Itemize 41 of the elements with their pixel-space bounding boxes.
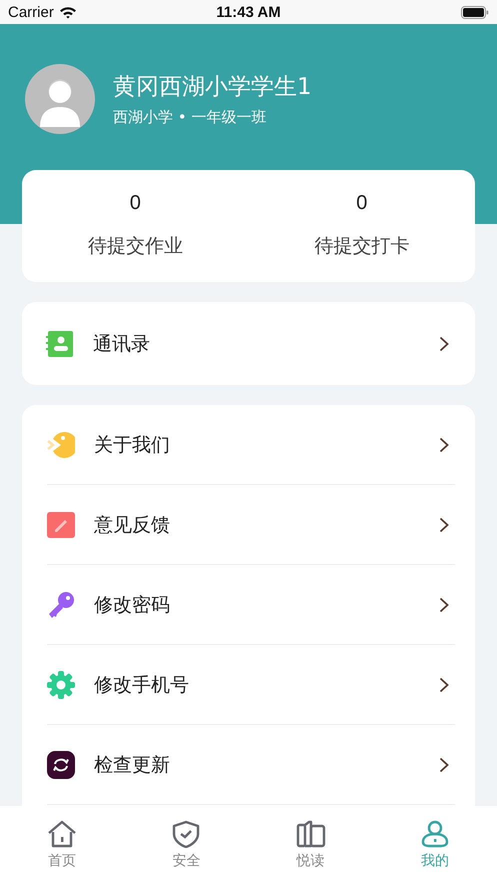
menu-label: 意见反馈	[94, 512, 171, 538]
student-name: 黄冈西湖小学学生1	[113, 73, 312, 102]
school-class: 西湖小学 • 一年级一班	[113, 108, 268, 127]
chevron-icon	[439, 336, 449, 352]
chevron-icon	[439, 436, 449, 452]
stat-count: 0	[130, 192, 141, 215]
avatar-icon[interactable]	[25, 64, 95, 134]
battery-icon	[461, 6, 489, 18]
tab[interactable]: 安全	[124, 806, 248, 883]
contact-book-icon	[46, 330, 74, 358]
clock-time: 11:43 AM	[215, 4, 282, 20]
menu-row[interactable]: 关于我们	[47, 405, 455, 485]
carrier-label: Carrier	[8, 4, 54, 20]
row-label: 通讯录	[93, 332, 151, 356]
key-icon	[47, 590, 75, 618]
chevron-icon	[439, 756, 449, 772]
chevron-icon	[439, 596, 449, 612]
tab[interactable]: 悦读	[248, 806, 373, 883]
refresh-icon	[47, 750, 75, 778]
books-icon	[296, 820, 326, 848]
menu-label: 检查更新	[94, 752, 171, 778]
stat-count: 0	[356, 192, 368, 215]
menu-label: 关于我们	[94, 432, 171, 458]
menu-label: 修改手机号	[94, 672, 190, 698]
tab[interactable]: 首页	[0, 806, 124, 883]
chevron-icon	[439, 676, 449, 692]
chevron-icon	[439, 516, 449, 532]
menu-row[interactable]: 意见反馈	[47, 485, 455, 565]
menu-row[interactable]: 修改密码	[47, 565, 455, 645]
pencil-icon	[47, 510, 75, 538]
stat-label[interactable]: 待提交作业	[88, 233, 183, 259]
menu-row[interactable]: 修改手机号	[47, 645, 455, 725]
menu-label: 修改密码	[94, 592, 171, 618]
shield-icon	[171, 820, 202, 848]
pacman-icon	[47, 430, 75, 458]
person-icon	[420, 820, 450, 848]
wifi-icon	[58, 6, 77, 18]
contacts-row[interactable]: 通讯录	[22, 302, 475, 385]
home-icon	[47, 820, 78, 848]
menu-row[interactable]: 检查更新	[47, 725, 455, 805]
stat-label[interactable]: 待提交打卡	[314, 233, 410, 259]
